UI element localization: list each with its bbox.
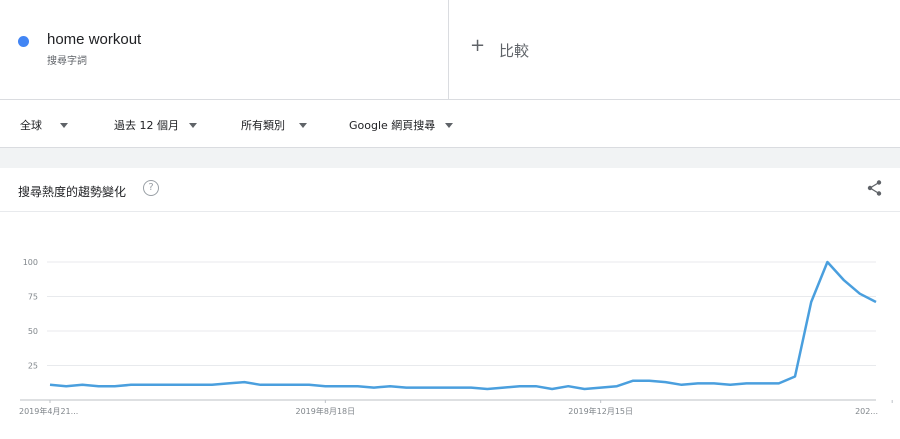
section-separator xyxy=(0,148,900,168)
search-term-card[interactable]: home workout 搜尋字詞 xyxy=(0,0,449,99)
category-dropdown[interactable]: 所有類別 xyxy=(241,117,307,133)
region-dropdown[interactable]: 全球 xyxy=(20,117,68,133)
series-line xyxy=(49,260,877,391)
search-type-dropdown[interactable]: Google 網頁搜尋 xyxy=(349,117,454,133)
search-term-name[interactable]: home workout xyxy=(47,31,141,48)
y-tick-label: 25 xyxy=(28,362,38,371)
chevron-down-icon xyxy=(189,122,197,128)
time-range-dropdown-label: 過去 12 個月 xyxy=(114,119,179,132)
trend-chart: 25 50 75 100 2019年4月21... 2019年8月18日 2019年12月1… xyxy=(19,258,893,416)
y-tick-label: 75 xyxy=(28,293,38,302)
series-color-dot xyxy=(18,36,29,47)
chevron-down-icon xyxy=(445,122,454,128)
compare-label: 比較 xyxy=(499,42,530,60)
chevron-down-icon xyxy=(60,122,68,128)
x-tick-label: 2019年12月15日 xyxy=(568,406,633,416)
plus-icon: + xyxy=(470,35,486,56)
x-tick-label: 202... xyxy=(855,407,878,416)
category-dropdown-label: 所有類別 xyxy=(241,119,285,132)
time-range-dropdown[interactable]: 過去 12 個月 xyxy=(114,117,197,133)
filter-bar: 全球 過去 12 個月 所有類別 Google 網頁搜尋 xyxy=(0,100,900,148)
x-tick-label: 2019年4月21... xyxy=(19,406,78,416)
y-tick-label: 50 xyxy=(28,327,38,336)
region-dropdown-label: 全球 xyxy=(20,119,42,132)
interest-over-time-card: 搜尋熱度的趨勢變化 ? 25 50 75 100 2019年4月21... 2019年8月… xyxy=(0,168,900,439)
compare-button[interactable]: + 比較 xyxy=(449,0,900,99)
search-term-type: 搜尋字詞 xyxy=(47,56,87,67)
y-tick-label: 100 xyxy=(23,258,38,267)
chevron-down-icon xyxy=(299,122,307,128)
search-type-dropdown-label: Google 網頁搜尋 xyxy=(349,119,436,132)
x-tick-label: 2019年8月18日 xyxy=(296,406,356,416)
search-terms-bar: home workout 搜尋字詞 + 比較 xyxy=(0,0,900,100)
